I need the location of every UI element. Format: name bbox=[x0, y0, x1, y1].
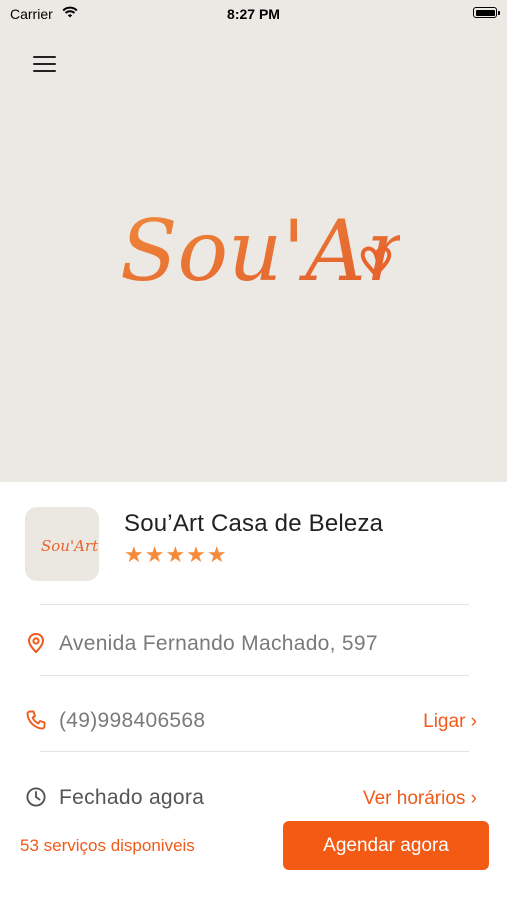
hamburger-menu-icon[interactable] bbox=[33, 54, 58, 76]
clock-icon bbox=[26, 787, 46, 807]
status-bar: Carrier 8:27 PM bbox=[0, 0, 507, 28]
business-logo-text: Sou'Art bbox=[41, 537, 99, 555]
divider bbox=[40, 604, 469, 605]
clock: 8:27 PM bbox=[227, 6, 280, 22]
view-hours-link[interactable]: Ver horários › bbox=[363, 788, 477, 810]
phone-text: (49)998406568 bbox=[59, 709, 206, 732]
brand-logo-text: Sou'Art bbox=[120, 202, 400, 300]
business-name: Sou’Art Casa de Beleza bbox=[124, 510, 384, 537]
phone-icon bbox=[26, 710, 46, 730]
location-pin-icon bbox=[27, 632, 45, 654]
brand-logo: Sou'Art bbox=[120, 202, 400, 300]
book-now-button[interactable]: Agendar agora bbox=[283, 821, 489, 870]
business-logo: Sou'Art bbox=[25, 507, 99, 581]
rating-stars: ★★★★★ bbox=[124, 542, 228, 567]
battery-tip bbox=[498, 11, 500, 15]
divider bbox=[40, 751, 469, 752]
hero-banner: Carrier 8:27 PM Sou'Art bbox=[0, 0, 507, 482]
divider bbox=[40, 675, 469, 676]
hours-status-text: Fechado agora bbox=[59, 786, 205, 809]
call-link[interactable]: Ligar › bbox=[423, 711, 477, 733]
address-text: Avenida Fernando Machado, 597 bbox=[59, 632, 378, 655]
services-count[interactable]: 53 serviços disponiveis bbox=[20, 836, 195, 856]
battery-icon bbox=[473, 7, 497, 18]
